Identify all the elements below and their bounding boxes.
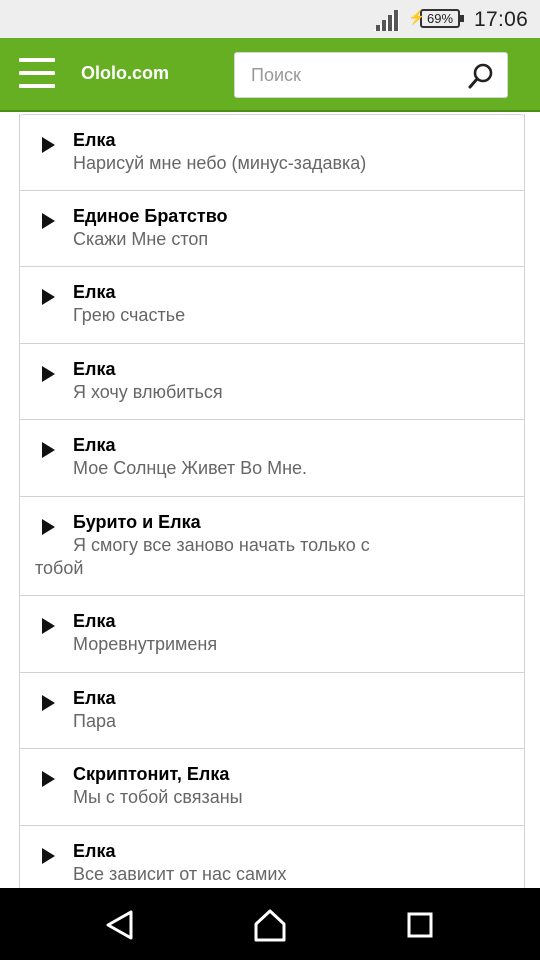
recents-square-icon[interactable] [401,906,439,944]
home-icon[interactable] [251,906,289,944]
track-title: Скажи Мне стоп [73,229,209,249]
track-row[interactable]: Единое Братство Скажи Мне стоп [20,191,524,267]
play-icon[interactable] [42,366,55,382]
play-icon[interactable] [42,442,55,458]
track-row[interactable]: Елка Моревнутрименя [20,596,524,673]
track-artist: Елка [73,688,116,708]
site-logo[interactable]: Ololo.com [81,63,169,84]
battery-level: 69% [426,11,454,26]
track-artist: Елка [73,130,116,150]
track-row[interactable]: Елка Я хочу влюбиться [20,344,524,420]
track-title: Я хочу влюбиться [73,382,223,402]
track-artist: Елка [73,282,116,302]
battery-indicator: ⚡ 69% [408,9,464,28]
play-icon[interactable] [42,771,55,787]
play-icon[interactable] [42,848,55,864]
track-artist: Елка [73,841,116,861]
track-row[interactable]: Елка Все зависит от нас самих [20,826,524,888]
track-title: Грею счастье [73,305,186,325]
back-triangle-icon[interactable] [101,906,139,944]
hamburger-menu-icon[interactable] [19,58,55,90]
track-title: Мы с тобой связаны [73,787,243,807]
track-row[interactable]: Елка Грею счастье [20,267,524,344]
track-artist: Елка [73,611,116,631]
search-icon[interactable] [467,62,495,90]
play-icon[interactable] [42,213,55,229]
play-icon[interactable] [42,519,55,535]
track-list: Елка Нарисуй мне небо (минус-задавка) Ед… [19,114,525,888]
search-box [234,52,508,98]
track-title: Нарисуй мне небо (минус-задавка) [73,153,367,173]
play-icon[interactable] [42,695,55,711]
status-bar: ⚡ 69% 17:06 [0,0,540,38]
play-icon[interactable] [42,289,55,305]
play-icon[interactable] [42,137,55,153]
track-title: Пара [73,711,116,731]
track-row[interactable]: Елка Нарисуй мне небо (минус-задавка) [20,114,524,191]
track-artist: Елка [73,359,116,379]
track-title: Моревнутрименя [73,634,218,654]
track-artist: Скриптонит, Елка [73,764,230,784]
clock: 17:06 [474,8,529,31]
track-artist: Елка [73,435,116,455]
track-row[interactable]: Скриптонит, Елка Мы с тобой связаны [20,749,524,826]
track-row[interactable]: Бурито и Елка Я смогу все заново начать … [20,497,524,596]
app-header: Ololo.com [0,38,540,112]
track-title: Я смогу все заново начать только с тобой [35,535,370,578]
track-artist: Бурито и Елка [73,512,201,532]
track-row[interactable]: Елка Пара [20,673,524,749]
search-input[interactable] [235,53,471,97]
charging-icon: ⚡ [408,9,426,25]
system-nav-bar [0,888,540,960]
track-title: Мое Солнце Живет Во Мне. [73,458,308,478]
track-row[interactable]: Елка Мое Солнце Живет Во Мне. [20,420,524,497]
play-icon[interactable] [42,618,55,634]
signal-icon [373,9,399,31]
track-title: Все зависит от нас самих [73,864,287,884]
track-artist: Единое Братство [73,206,228,226]
